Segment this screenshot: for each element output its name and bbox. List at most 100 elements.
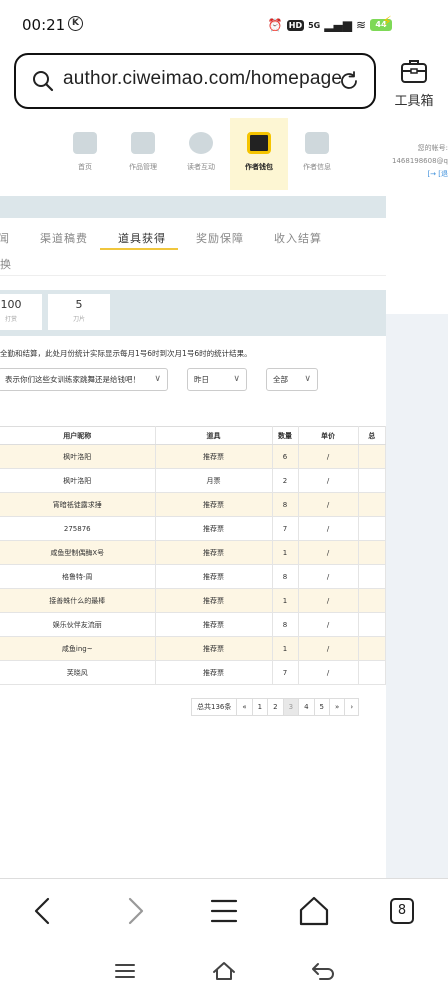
cell-price: / [298,588,359,613]
col-qty: 数量 [272,426,299,445]
cell-price: / [298,516,359,541]
cell-total [358,492,386,517]
reload-icon[interactable] [338,70,360,92]
cell-total [358,468,386,493]
pager-page-2[interactable]: 2 [267,698,284,716]
tab-channel-fee[interactable]: 渠道稿费 [40,230,88,246]
cell-qty: 2 [272,468,299,493]
address-bar[interactable]: author.ciweimao.com/homepage [14,53,376,109]
pager-page-4[interactable]: 4 [298,698,315,716]
pager-page-5[interactable]: 5 [313,698,331,716]
toolbox-button[interactable]: 工具箱 [388,58,440,109]
cell-total [358,516,386,541]
web-content: 首页 作品管理 读者互动 作者钱包 作者信息 您的帐号: 1468198608@… [0,118,448,878]
pager-first[interactable]: « [236,698,253,716]
cell-total [358,660,386,685]
stat-blade-label: 刀片 [72,316,85,323]
nav-works-label: 作品管理 [129,163,157,171]
tab-rewards[interactable]: 奖励保障 [196,230,244,246]
id-card-icon [305,132,329,154]
menu-icon[interactable] [206,893,242,929]
home-icon[interactable] [296,893,332,929]
cell-price: / [298,492,359,517]
url-text[interactable]: author.ciweimao.com/homepage [63,68,342,90]
pager-last[interactable]: › [344,698,360,716]
logout-link[interactable]: [→ [退 [392,168,448,181]
chat-icon [189,132,213,154]
cell-prop: 推荐票 [155,636,273,661]
cell-total [358,444,386,469]
chevron-down-icon: ∨ [304,374,311,384]
stat-tip: 100 打赏 [0,294,42,330]
cell-qty: 6 [272,444,299,469]
table-row: 娱乐伙伴友流丽 推荐票 8 / [0,612,386,637]
status-bar: 00:21 K ⏰ HD 5G ▂▄▆ ≋ 44 ⚡ [0,0,448,50]
cell-qty: 1 [272,540,299,565]
tab-partial[interactable]: 闻 [0,230,10,246]
home-icon [73,132,97,154]
nav-works[interactable]: 作品管理 [114,118,172,190]
network-label: 5G [308,20,321,30]
table-row: 宵暗祇徒露求捶 推荐票 8 / [0,492,386,517]
table-row: 咸鱼型制偶酶X号 推荐票 1 / [0,540,386,565]
book-select[interactable]: 表示你们这些女训练家跳舞还是给钱吧！ ∨ [0,368,168,391]
cell-price: / [298,636,359,661]
table-row: 枫叶洛阳 月票 2 / [0,468,386,493]
table-row: 芙晓风 推荐票 7 / [0,660,386,685]
cell-total [358,612,386,637]
cell-total [358,588,386,613]
stat-tip-value: 100 [0,298,22,311]
author-top-nav: 首页 作品管理 读者互动 作者钱包 作者信息 [56,118,346,190]
back-icon[interactable] [26,893,62,929]
pager-total: 总共136条 [191,698,238,716]
cell-nickname: 枫叶洛阳 [0,468,156,493]
col-price: 单价 [298,426,359,445]
table-row: 枫叶洛阳 推荐票 6 / [0,444,386,469]
type-select[interactable]: 全部 ∨ [266,368,318,391]
type-select-value: 全部 [273,375,288,384]
nav-author-info[interactable]: 作者信息 [288,118,346,190]
browser-bottom-bar: 8 [0,878,448,944]
cell-nickname: 宵暗祇徒露求捶 [0,492,156,517]
cell-qty: 7 [272,660,299,685]
stats-band: 100 打赏 5 刀片 [0,290,386,336]
cell-nickname: 咸鱼ing~ [0,636,156,661]
tab-partial-row2[interactable]: 换 [0,256,11,272]
nav-wallet-label: 作者钱包 [245,163,273,171]
tab-props[interactable]: 道具获得 [118,230,166,246]
date-select[interactable]: 昨日 ∨ [187,368,247,391]
pager-page-1[interactable]: 1 [251,698,269,716]
nav-wallet[interactable]: 作者钱包 [230,118,288,190]
system-home-icon[interactable] [211,960,237,982]
chevron-down-icon: ∨ [154,374,161,384]
cell-qty: 8 [272,612,299,637]
cell-nickname: 芙晓风 [0,660,156,685]
account-email: 1468198608@qq [392,157,448,165]
nav-readers[interactable]: 读者互动 [172,118,230,190]
cell-nickname: 娱乐伙伴友流丽 [0,612,156,637]
cell-prop: 月票 [155,468,273,493]
cell-qty: 8 [272,564,299,589]
nav-home[interactable]: 首页 [56,118,114,190]
active-tab-underline [100,248,178,250]
pager-page-3[interactable]: 3 [282,698,300,716]
cell-prop: 推荐票 [155,588,273,613]
tab-count-button[interactable]: 8 [390,898,414,924]
cell-price: / [298,564,359,589]
alarm-icon: ⏰ [267,18,283,32]
tab-settlement[interactable]: 收入结算 [274,230,322,246]
cell-prop: 推荐票 [155,660,273,685]
cell-total [358,540,386,565]
system-back-icon[interactable] [310,960,336,982]
cell-price: / [298,444,359,469]
stat-tip-label: 打赏 [4,316,17,323]
cell-total [358,636,386,661]
pager-next[interactable]: » [329,698,346,716]
recents-icon[interactable] [112,960,138,982]
table-row: 接善蛛什么的最棒 推荐票 1 / [0,588,386,613]
cell-prop: 推荐票 [155,444,273,469]
toolbox-label: 工具箱 [394,94,434,109]
nav-home-label: 首页 [78,163,92,171]
cell-prop: 推荐票 [155,516,273,541]
forward-icon[interactable] [116,893,152,929]
